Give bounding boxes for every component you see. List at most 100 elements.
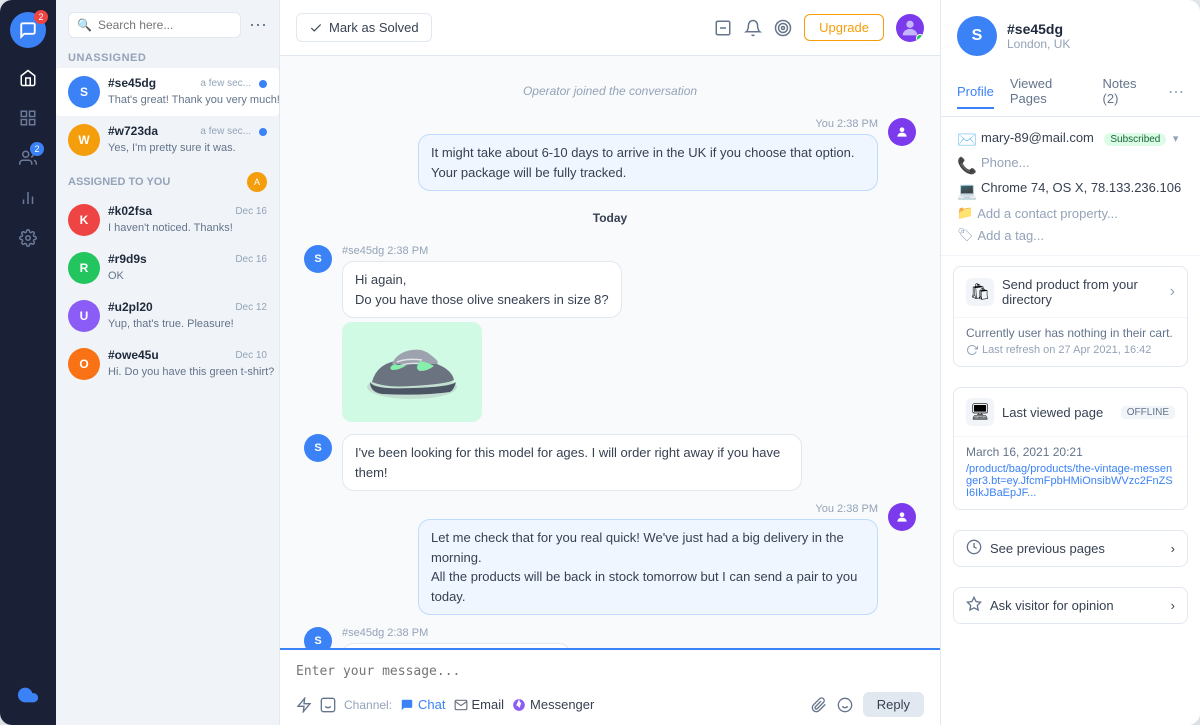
- conversation-list: 🔍 ⋯ Unassigned S #se45dg a few sec... Th…: [56, 0, 280, 725]
- conv-name: #k02fsa: [108, 204, 152, 218]
- channel-messenger[interactable]: Messenger: [512, 697, 594, 712]
- email-channel-icon: [454, 698, 468, 712]
- sidebar-item-reports[interactable]: [10, 180, 46, 216]
- assigned-header: Assigned to you A: [56, 164, 279, 196]
- last-refresh-meta: Last refresh on 27 Apr 2021, 16:42: [966, 344, 1175, 356]
- sidebar-item-home[interactable]: [10, 60, 46, 96]
- system-message: Operator joined the conversation: [304, 84, 916, 98]
- conv-item-w723da[interactable]: W #w723da a few sec... Yes, I'm pretty s…: [56, 116, 279, 164]
- chat-channel-icon: [400, 698, 414, 712]
- conv-info: #u2pl20 Dec 12 Yup, that's true. Pleasur…: [108, 300, 267, 332]
- conv-info: #k02fsa Dec 16 I haven't noticed. Thanks…: [108, 204, 267, 236]
- header-target-button[interactable]: [774, 19, 792, 37]
- send-product-card-header[interactable]: 🛍 Send product from your directory ›: [954, 267, 1187, 317]
- last-viewed-icon: 🖥: [966, 398, 994, 426]
- tab-viewed-pages[interactable]: Viewed Pages: [1010, 68, 1087, 116]
- right-panel: S #se45dg London, UK Profile Viewed Page…: [940, 0, 1200, 725]
- app-container: 2 2 🔍 ⋯: [0, 0, 1200, 725]
- conv-message: I haven't noticed. Thanks!: [108, 222, 233, 234]
- unread-dot: [259, 128, 267, 136]
- reply-button[interactable]: Reply: [863, 692, 924, 717]
- ask-opinion-row: Ask visitor for opinion: [966, 596, 1114, 615]
- opinion-icon: [966, 596, 982, 615]
- last-viewed-date: March 16, 2021 20:21: [966, 445, 1175, 459]
- last-refresh-text: Last refresh on 27 Apr 2021, 16:42: [982, 344, 1151, 356]
- profile-name: #se45dg: [1007, 21, 1070, 37]
- subscribed-dropdown[interactable]: ▾: [1173, 133, 1179, 145]
- attachment-button[interactable]: [811, 697, 827, 713]
- tag-icon: 🏷: [957, 227, 974, 243]
- message-content: #se45dg 2:38 PM Hi again,Do you have tho…: [342, 245, 622, 422]
- channel-email[interactable]: Email: [454, 697, 505, 712]
- header-bell-button[interactable]: [744, 19, 762, 37]
- ask-opinion-card[interactable]: Ask visitor for opinion ›: [953, 587, 1188, 624]
- search-icon: 🔍: [77, 18, 92, 32]
- chat-toolbar: Channel: Chat Email Messenger: [296, 692, 924, 717]
- conv-time: Dec 16: [235, 206, 267, 217]
- sidebar-item-contacts[interactable]: 2: [10, 140, 46, 176]
- user-avatar: [896, 14, 924, 42]
- sidebar-item-automation[interactable]: [10, 100, 46, 136]
- header-search-button[interactable]: [714, 19, 732, 37]
- sidebar-logo[interactable]: 2: [10, 12, 46, 48]
- shoe-svg: [342, 322, 482, 422]
- see-prev-row: See previous pages: [966, 539, 1105, 558]
- conv-item-r9d9s[interactable]: R #r9d9s Dec 16 OK: [56, 244, 279, 292]
- browser-value: Chrome 74, OS X, 78.133.236.106: [981, 180, 1181, 195]
- conv-item-k02fsa[interactable]: K #k02fsa Dec 16 I haven't noticed. Than…: [56, 196, 279, 244]
- conv-item-se45dg[interactable]: S #se45dg a few sec... That's great! Tha…: [56, 68, 279, 116]
- emoji-panel-button[interactable]: [320, 697, 336, 713]
- phone-placeholder[interactable]: Phone...: [981, 155, 1029, 170]
- conv-item-u2pl20[interactable]: U #u2pl20 Dec 12 Yup, that's true. Pleas…: [56, 292, 279, 340]
- conv-message: Hi. Do you have this green t-shirt?: [108, 366, 274, 378]
- assigned-avatar: A: [247, 172, 267, 192]
- message-avatar: S: [304, 627, 332, 648]
- message-header: #se45dg 2:38 PM: [342, 245, 622, 257]
- search-input[interactable]: [98, 18, 232, 32]
- message-input[interactable]: [296, 660, 924, 687]
- chat-messages: Operator joined the conversation You 2:3…: [280, 56, 940, 648]
- ask-opinion-button[interactable]: Ask visitor for opinion ›: [954, 588, 1187, 623]
- message-header: You 2:38 PM: [418, 503, 878, 515]
- search-box[interactable]: 🔍: [68, 12, 241, 38]
- message-bubble: It might take about 6-10 days to arrive …: [418, 134, 878, 191]
- conv-item-owe45u[interactable]: O #owe45u Dec 10 Hi. Do you have this gr…: [56, 340, 279, 388]
- unassigned-label: Unassigned: [56, 46, 279, 68]
- lightning-button[interactable]: [296, 697, 312, 713]
- more-options-button[interactable]: ⋯: [249, 15, 267, 36]
- last-viewed-title: Last viewed page: [1002, 405, 1113, 420]
- emoji-button[interactable]: [837, 697, 853, 713]
- sidebar-item-settings[interactable]: [10, 220, 46, 256]
- last-viewed-link[interactable]: /product/bag/products/the-vintage-messen…: [966, 463, 1175, 499]
- tab-more-button[interactable]: ⋯: [1168, 82, 1184, 102]
- message-content: You 2:38 PM Let me check that for you re…: [418, 503, 878, 615]
- tab-profile[interactable]: Profile: [957, 76, 994, 109]
- conv-info: #r9d9s Dec 16 OK: [108, 252, 267, 284]
- chat-header-right: Upgrade: [714, 14, 924, 42]
- conv-name: #u2pl20: [108, 300, 153, 314]
- add-tag-button[interactable]: 🏷 Add a tag...: [957, 227, 1184, 243]
- mark-solved-button[interactable]: Mark as Solved: [296, 13, 432, 42]
- see-previous-pages-card[interactable]: See previous pages ›: [953, 530, 1188, 567]
- chat-header: Mark as Solved Upgrade: [280, 0, 940, 56]
- message-content: You 2:38 PM It might take about 6-10 day…: [418, 118, 878, 191]
- channel-chat[interactable]: Chat: [400, 697, 445, 712]
- today-divider: Today: [304, 211, 916, 225]
- refresh-icon: [966, 344, 978, 356]
- message-group: S #se45dg 2:38 PM That's great! Thank yo…: [304, 627, 916, 648]
- add-contact-property-button[interactable]: 📁 Add a contact property...: [957, 205, 1184, 221]
- message-bubble: Hi again,Do you have those olive sneaker…: [342, 261, 622, 318]
- contacts-badge: 2: [30, 142, 44, 156]
- sidebar-cloud-icon[interactable]: [10, 677, 46, 713]
- sidebar-bottom: [10, 677, 46, 713]
- upgrade-button[interactable]: Upgrade: [804, 14, 884, 41]
- message-bubble: Let me check that for you real quick! We…: [418, 519, 878, 615]
- see-previous-pages-button[interactable]: See previous pages ›: [954, 531, 1187, 566]
- avatar: W: [68, 124, 100, 156]
- tab-notes[interactable]: Notes (2): [1103, 68, 1152, 116]
- avatar: S: [68, 76, 100, 108]
- conv-name: #se45dg: [108, 76, 156, 90]
- subscribed-badge: Subscribed: [1104, 133, 1166, 146]
- last-viewed-card-header[interactable]: 🖥 Last viewed page OFFLINE: [954, 388, 1187, 436]
- send-product-title: Send product from your directory: [1002, 277, 1162, 307]
